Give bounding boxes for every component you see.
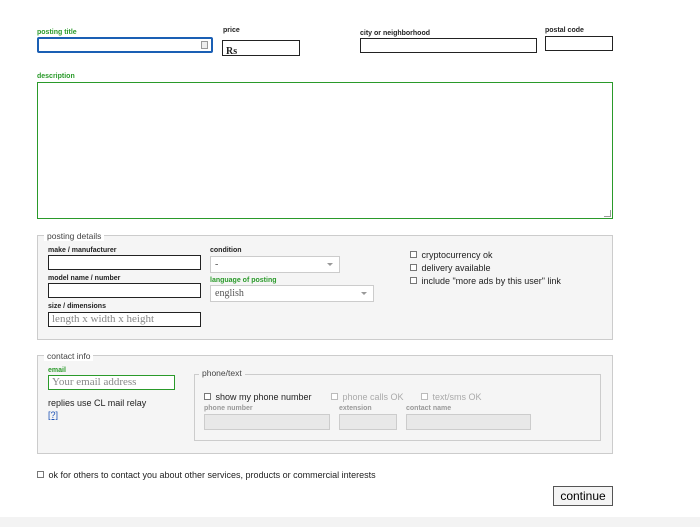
show-phone-label: show my phone number [215, 392, 312, 402]
show-phone-option[interactable]: show my phone number [204, 387, 312, 405]
phone-calls-option[interactable]: phone calls OK [331, 387, 404, 405]
postal-code-input[interactable] [545, 36, 613, 51]
text-sms-option[interactable]: text/sms OK [421, 387, 481, 405]
phone-number-input[interactable] [204, 414, 330, 430]
more-ads-checkbox[interactable] [410, 277, 417, 284]
email-input[interactable]: Your email address [48, 375, 175, 390]
price-label: price [223, 27, 240, 34]
phone-text-legend: phone/text [199, 368, 245, 378]
postal-code-label: postal code [545, 27, 584, 34]
email-placeholder: Your email address [52, 376, 137, 388]
delivery-checkbox[interactable] [410, 264, 417, 271]
consent-label: ok for others to contact you about other… [48, 470, 376, 480]
mail-relay-help-link[interactable]: [?] [48, 410, 58, 420]
city-label: city or neighborhood [360, 30, 430, 37]
text-sms-label: text/sms OK [432, 392, 482, 402]
chevron-down-icon [361, 292, 367, 295]
price-currency: Rs [226, 46, 238, 57]
phone-number-label: phone number [204, 405, 253, 412]
extension-input[interactable] [339, 414, 397, 430]
language-label: language of posting [210, 277, 277, 284]
condition-label: condition [210, 247, 242, 254]
autofill-key-icon[interactable] [201, 41, 208, 49]
phone-text-fieldset [194, 374, 601, 441]
size-label: size / dimensions [48, 303, 106, 310]
chevron-down-icon [327, 263, 333, 266]
extension-label: extension [339, 405, 372, 412]
resize-handle-icon[interactable] [604, 210, 611, 217]
phone-calls-checkbox[interactable] [331, 393, 338, 400]
consent-option[interactable]: ok for others to contact you about other… [37, 465, 376, 483]
contact-name-input[interactable] [406, 414, 531, 430]
model-input[interactable] [48, 283, 201, 298]
description-label: description [37, 73, 75, 80]
city-input[interactable] [360, 38, 537, 53]
condition-value: - [215, 259, 219, 270]
phone-calls-label: phone calls OK [342, 392, 404, 402]
posting-title-label: posting title [37, 29, 77, 36]
make-input[interactable] [48, 255, 201, 270]
language-select[interactable]: english [210, 285, 374, 302]
contact-name-label: contact name [406, 405, 452, 412]
size-input[interactable]: length x width x height [48, 312, 201, 327]
consent-checkbox[interactable] [37, 471, 44, 478]
size-placeholder: length x width x height [52, 313, 155, 325]
condition-select[interactable]: - [210, 256, 340, 273]
crypto-checkbox[interactable] [410, 251, 417, 258]
posting-title-input[interactable] [37, 37, 213, 53]
continue-button[interactable]: continue [553, 486, 613, 506]
bottom-strip [0, 517, 700, 527]
mail-relay-text: replies use CL mail relay [48, 398, 147, 408]
more-ads-option[interactable]: include "more ads by this user" link [410, 271, 561, 289]
more-ads-label: include "more ads by this user" link [421, 276, 561, 286]
description-textarea[interactable] [37, 82, 613, 219]
email-label: email [48, 367, 66, 374]
make-label: make / manufacturer [48, 247, 117, 254]
price-input[interactable]: Rs [222, 40, 300, 57]
show-phone-checkbox[interactable] [204, 393, 211, 400]
language-value: english [215, 288, 244, 299]
text-sms-checkbox[interactable] [421, 393, 428, 400]
contact-info-legend: contact info [44, 351, 94, 361]
model-label: model name / number [48, 275, 121, 282]
posting-details-legend: posting details [44, 231, 105, 241]
